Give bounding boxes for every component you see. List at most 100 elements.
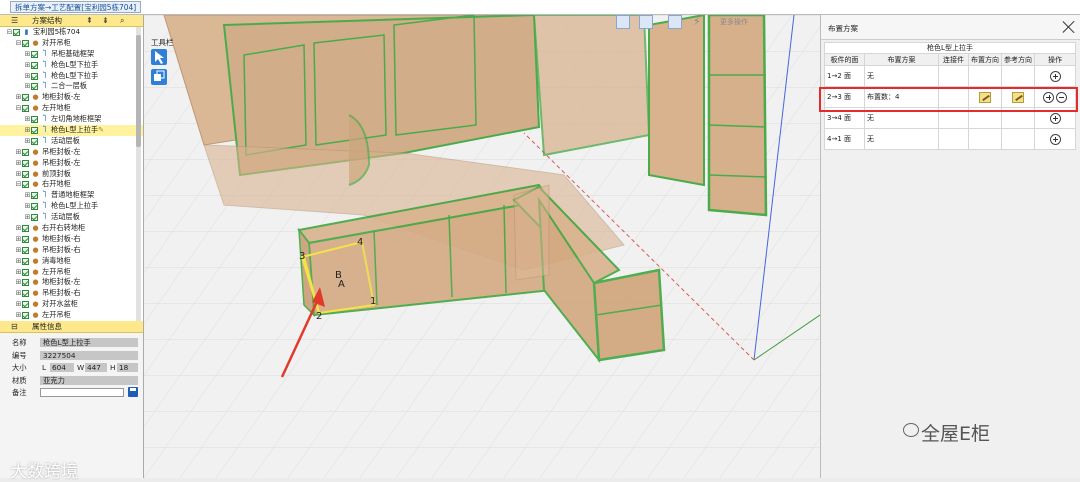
tree-checkbox[interactable] [31, 214, 38, 222]
collapse-icon[interactable]: ⊟ [11, 321, 18, 332]
tree-scrollbar[interactable] [136, 27, 141, 321]
tree-checkbox[interactable] [31, 50, 38, 58]
tree-checkbox[interactable] [22, 105, 29, 113]
tree-node[interactable]: ⊞ ● 吊柜封板-右 [0, 288, 143, 299]
tree-checkbox[interactable] [22, 268, 29, 276]
tree-node[interactable]: ⊞ Ⴈ 活动层板 [0, 212, 143, 223]
tree-checkbox[interactable] [22, 312, 29, 320]
tree-checkbox[interactable] [31, 72, 38, 80]
actions-cell[interactable] [1034, 128, 1076, 150]
structure-tree[interactable]: ⊟ ▮ 宝利园5栋704 ⊟ ● 对开吊柜 ⊞ Ⴈ 吊柜基础框架 ⊞ Ⴈ 枪色L型下拉手 ⊞ Ⴈ 枪色L型下… [0, 27, 143, 321]
expand-toggle-icon[interactable]: ⊞ [24, 136, 31, 147]
tree-checkbox[interactable] [31, 83, 38, 91]
collapse-toggle-icon[interactable]: ⊟ [15, 38, 22, 49]
layer-tool-icon[interactable] [151, 69, 167, 85]
tree-node[interactable]: ⊞ ● 吊柜封板-右 [0, 245, 143, 256]
tree-node[interactable]: ⊟ ● 对开吊柜 [0, 38, 143, 49]
actions-cell[interactable] [1034, 65, 1076, 87]
tree-checkbox[interactable] [22, 170, 29, 178]
table-row[interactable]: 1→2 面无 [824, 65, 1076, 87]
tree-node[interactable]: ⊞ ● 地柜封板-左 [0, 277, 143, 288]
expand-toggle-icon[interactable]: ⊞ [24, 212, 31, 223]
expand-toggle-icon[interactable]: ⊞ [15, 277, 22, 288]
tree-checkbox[interactable] [31, 137, 38, 145]
3d-viewport[interactable]: 1 2 3 4 B A 更多操作 ⚡ [144, 15, 820, 478]
tree-node[interactable]: ⊞ ● 对开水盆柜 [0, 299, 143, 310]
tree-node[interactable]: ⊟ ● 右开地柜 [0, 179, 143, 190]
expand-toggle-icon[interactable]: ⊞ [24, 125, 31, 136]
tree-node[interactable]: ⊞ Ⴈ 枪色L型下拉手 [0, 60, 143, 71]
add-icon[interactable] [1049, 133, 1061, 145]
select-tool-icon[interactable] [151, 49, 167, 65]
tree-node[interactable]: ⊞ ● 吊柜封板-左 [0, 158, 143, 169]
expand-toggle-icon[interactable]: ⊞ [24, 71, 31, 82]
add-icon[interactable] [1049, 70, 1061, 82]
tree-node[interactable]: ⊞ ● 前顶封板 [0, 169, 143, 180]
tree-checkbox[interactable] [22, 159, 29, 167]
expand-toggle-icon[interactable]: ⊞ [15, 234, 22, 245]
expand-toggle-icon[interactable]: ⊞ [15, 267, 22, 278]
collapse-toggle-icon[interactable]: ⊟ [6, 27, 13, 38]
expand-toggle-icon[interactable]: ⊞ [15, 223, 22, 234]
tree-checkbox[interactable] [31, 61, 38, 69]
tree-checkbox[interactable] [22, 94, 29, 102]
tree-node[interactable]: ⊟ ● 左开地柜 [0, 103, 143, 114]
more-actions-label[interactable]: 更多操作 [720, 17, 748, 27]
tree-checkbox[interactable] [22, 290, 29, 298]
tree-checkbox[interactable] [22, 246, 29, 254]
expand-toggle-icon[interactable]: ⊞ [15, 245, 22, 256]
view-front-icon[interactable] [616, 15, 630, 29]
view-3d-icon[interactable] [668, 15, 682, 29]
tree-checkbox[interactable] [22, 39, 29, 47]
tree-checkbox[interactable] [22, 225, 29, 233]
expand-toggle-icon[interactable]: ⊞ [15, 158, 22, 169]
tree-checkbox[interactable] [22, 279, 29, 287]
wand-icon[interactable]: ⚡ [693, 15, 707, 29]
tree-checkbox[interactable] [31, 127, 38, 135]
tree-node[interactable]: ⊞ ● 地柜封板-左 [0, 92, 143, 103]
tree-node[interactable]: ⊞ ● 消毒地柜 [0, 256, 143, 267]
tree-node[interactable]: ⊞ Ⴈ 左切角地柜框架 [0, 114, 143, 125]
tree-node[interactable]: ⊞ ● 右开右转地柜 [0, 223, 143, 234]
tree-checkbox[interactable] [31, 203, 38, 211]
tree-checkbox[interactable] [31, 116, 38, 124]
expand-toggle-icon[interactable]: ⊞ [15, 92, 22, 103]
add-icon[interactable] [1049, 112, 1061, 124]
tree-node[interactable]: ⊞ Ⴈ 枪色L型上拉手 [0, 201, 143, 212]
expand-toggle-icon[interactable]: ⊞ [24, 190, 31, 201]
expand-toggle-icon[interactable]: ⊞ [24, 201, 31, 212]
collapse-toggle-icon[interactable]: ⊟ [15, 179, 22, 190]
breadcrumb[interactable]: 拆单方案→工艺配置[宝利园5栋704] [10, 1, 142, 13]
collapse-all-icon[interactable]: ⇟ [102, 15, 109, 26]
tree-node[interactable]: ⊞ Ⴈ 活动层板 [0, 136, 143, 147]
expand-toggle-icon[interactable]: ⊞ [15, 299, 22, 310]
tree-node[interactable]: ⊞ ● 地柜封板-右 [0, 234, 143, 245]
edit-icon[interactable]: ✎ [98, 125, 104, 136]
expand-toggle-icon[interactable]: ⊞ [15, 310, 22, 321]
tree-node[interactable]: ⊞ ● 吊柜封板-左 [0, 147, 143, 158]
expand-toggle-icon[interactable]: ⊞ [15, 256, 22, 267]
expand-toggle-icon[interactable]: ⊞ [15, 147, 22, 158]
expand-all-icon[interactable]: ⇞ [86, 15, 93, 26]
view-top-icon[interactable] [639, 15, 653, 29]
close-icon[interactable] [1062, 20, 1076, 34]
expand-toggle-icon[interactable]: ⊞ [24, 49, 31, 60]
tree-checkbox[interactable] [22, 301, 29, 309]
tree-node[interactable]: ⊞ Ⴈ 吊柜基础框架 [0, 49, 143, 60]
note-input[interactable] [40, 388, 124, 397]
collapse-toggle-icon[interactable]: ⊟ [15, 103, 22, 114]
expand-toggle-icon[interactable]: ⊞ [24, 60, 31, 71]
search-icon[interactable]: ⌕ [120, 15, 124, 26]
tree-checkbox[interactable] [31, 192, 38, 200]
save-icon[interactable] [128, 387, 138, 397]
tree-node[interactable]: ⊞ Ⴈ 二合一层板 [0, 81, 143, 92]
tree-checkbox[interactable] [22, 181, 29, 189]
tree-checkbox[interactable] [22, 148, 29, 156]
tree-node[interactable]: ⊞ ● 左开吊柜 [0, 267, 143, 278]
expand-toggle-icon[interactable]: ⊞ [24, 114, 31, 125]
tree-node[interactable]: ⊞ Ⴈ 枪色L型下拉手 [0, 71, 143, 82]
tree-node[interactable]: ⊞ ● 左开吊柜 [0, 310, 143, 321]
expand-toggle-icon[interactable]: ⊞ [24, 81, 31, 92]
tree-checkbox[interactable] [22, 235, 29, 243]
expand-toggle-icon[interactable]: ⊞ [15, 169, 22, 180]
